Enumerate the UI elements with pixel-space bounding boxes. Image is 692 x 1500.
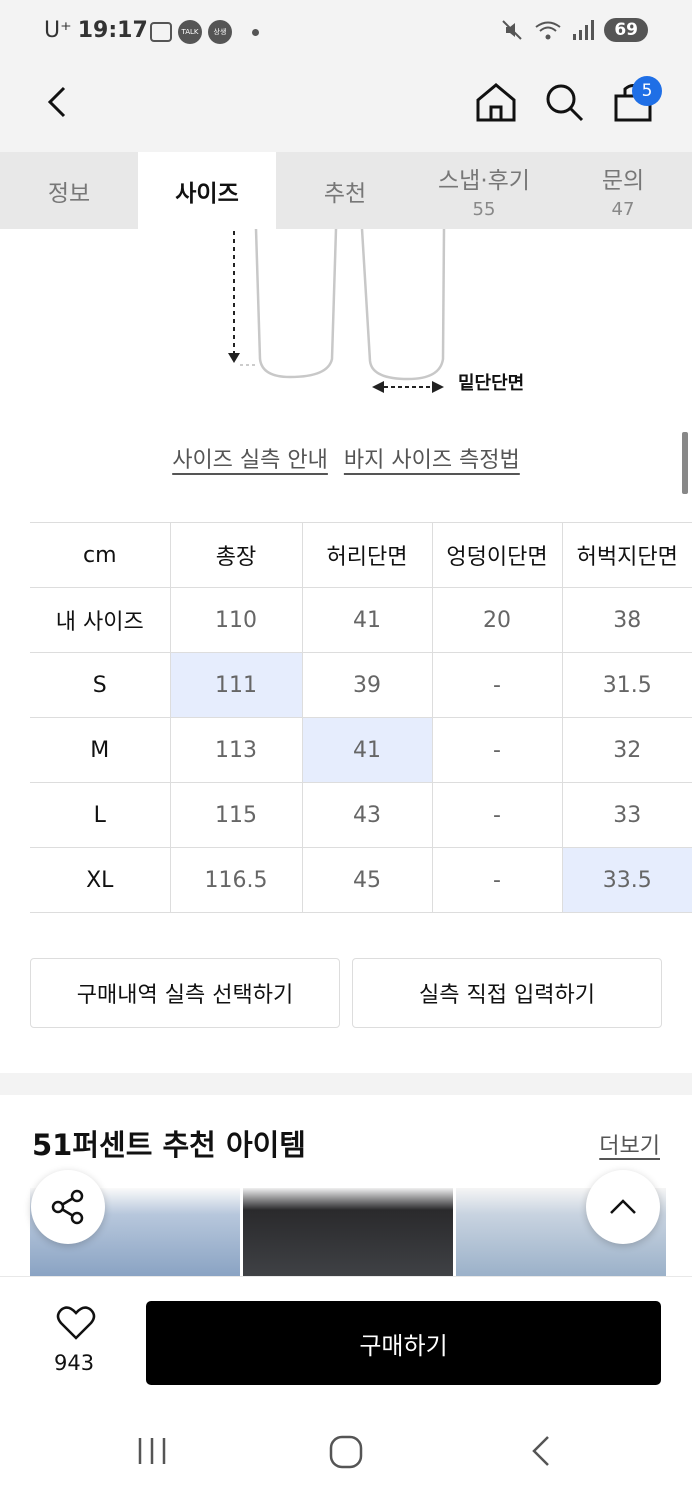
tab-info[interactable]: 정보 [0, 152, 138, 229]
recommend-title: 51퍼센트 추천 아이템 [32, 1128, 306, 1162]
table-header: 허리단면 [302, 522, 433, 588]
tab-inquiry[interactable]: 문의 47 [554, 152, 692, 229]
product-thumbnail[interactable] [243, 1188, 453, 1276]
table-row-m[interactable]: M 113 41 - 32 [30, 717, 692, 783]
carrier-label: U⁺ [44, 18, 72, 43]
system-nav-bar [0, 1400, 692, 1500]
like-count: 943 [54, 1351, 95, 1375]
more-link[interactable]: 더보기 [599, 1128, 660, 1160]
table-header: 총장 [170, 522, 303, 588]
signal-icon [573, 20, 595, 40]
status-time: U⁺ 19:17 [44, 18, 148, 43]
kakaotalk-notification-icon: TALK [178, 20, 202, 44]
table-cell: 116.5 [170, 847, 303, 913]
row-label: S [30, 652, 171, 718]
row-label: XL [30, 847, 171, 913]
search-icon[interactable] [542, 80, 586, 124]
gallery-notification-icon [150, 22, 172, 42]
status-bar: U⁺ 19:17 TALK 상생 69 [0, 0, 692, 66]
tab-inquiry-label: 문의 [601, 168, 645, 194]
table-cell: 43 [302, 782, 433, 848]
cart-count-badge: 5 [632, 76, 662, 106]
section-divider [0, 1073, 692, 1095]
table-cell: - [432, 847, 563, 913]
table-cell: 33 [562, 782, 692, 848]
table-cell: - [432, 717, 563, 783]
app-notification-icon: 상생 [208, 20, 232, 44]
size-guide-links: 사이즈 실측 안내 바지 사이즈 측정법 [0, 442, 692, 474]
tab-recommend-label: 추천 [323, 180, 367, 207]
measurement-buttons: 구매내역 실측 선택하기 실측 직접 입력하기 [30, 958, 662, 1028]
pants-diagram-image [228, 228, 446, 393]
table-cell: 38 [562, 587, 692, 653]
battery-indicator: 69 [604, 18, 648, 42]
table-cell: 32 [562, 717, 692, 783]
tab-size-label: 사이즈 [175, 180, 239, 207]
table-row-my-size: 내 사이즈 110 41 20 38 [30, 587, 692, 653]
buy-button[interactable]: 구매하기 [146, 1301, 661, 1385]
app-header: 5 [0, 66, 692, 152]
tab-snap-review[interactable]: 스냅·후기 55 [414, 152, 554, 229]
mute-icon [502, 20, 523, 40]
table-cell-highlighted: 111 [170, 652, 303, 718]
tab-recommend[interactable]: 추천 [276, 152, 414, 229]
table-cell-highlighted: 41 [302, 717, 433, 783]
table-row-xl[interactable]: XL 116.5 45 - 33.5 [30, 847, 692, 913]
table-header-row: cm 총장 허리단면 엉덩이단면 허벅지단면 [30, 522, 692, 588]
purchase-history-measure-button[interactable]: 구매내역 실측 선택하기 [30, 958, 340, 1028]
row-label: 내 사이즈 [30, 587, 171, 653]
table-header: 엉덩이단면 [432, 522, 563, 588]
table-cell: 110 [170, 587, 303, 653]
bottom-action-bar: 943 구매하기 [0, 1276, 692, 1400]
table-cell: - [432, 782, 563, 848]
table-row-l[interactable]: L 115 43 - 33 [30, 782, 692, 848]
table-cell: 115 [170, 782, 303, 848]
table-cell: 20 [432, 587, 563, 653]
row-label: L [30, 782, 171, 848]
size-guide-link[interactable]: 사이즈 실측 안내 [172, 442, 328, 474]
tab-snap-review-count: 55 [472, 199, 496, 220]
size-table: cm 총장 허리단면 엉덩이단면 허벅지단면 내 사이즈 110 41 20 3… [30, 522, 692, 913]
back-nav-icon[interactable] [526, 1434, 554, 1468]
row-label: M [30, 717, 171, 783]
table-cell-highlighted: 33.5 [562, 847, 692, 913]
tab-snap-review-label: 스냅·후기 [438, 168, 530, 194]
clock: 19:17 [77, 18, 148, 43]
home-icon[interactable] [474, 80, 518, 124]
table-header: 허벅지단면 [562, 522, 692, 588]
back-arrow-icon[interactable] [38, 82, 78, 122]
hem-label: 밑단단면 [458, 373, 525, 394]
table-row-s[interactable]: S 111 39 - 31.5 [30, 652, 692, 718]
home-nav-icon[interactable] [328, 1434, 364, 1470]
share-button[interactable] [31, 1170, 105, 1244]
wifi-icon [535, 21, 561, 40]
table-header: cm [30, 522, 171, 588]
table-cell: 41 [302, 587, 433, 653]
share-icon [51, 1189, 84, 1225]
system-status-icons: 69 [500, 18, 648, 42]
table-cell: - [432, 652, 563, 718]
tab-size[interactable]: 사이즈 [138, 152, 276, 229]
product-tabs: 정보 사이즈 추천 스냅·후기 55 문의 47 [0, 152, 692, 229]
more-notifications-dot [252, 28, 259, 36]
table-cell: 113 [170, 717, 303, 783]
measure-method-link[interactable]: 바지 사이즈 측정법 [344, 442, 520, 474]
chevron-up-icon [610, 1199, 636, 1214]
table-cell: 39 [302, 652, 433, 718]
direct-input-measure-button[interactable]: 실측 직접 입력하기 [352, 958, 662, 1028]
notification-icons: TALK 상생 [150, 20, 259, 44]
tab-info-label: 정보 [47, 180, 91, 207]
table-cell: 45 [302, 847, 433, 913]
scroll-top-button[interactable] [586, 1170, 660, 1244]
recent-apps-icon[interactable] [136, 1436, 170, 1466]
tab-inquiry-count: 47 [611, 199, 635, 220]
size-diagram: 밑단단면 [0, 228, 692, 419]
table-cell: 31.5 [562, 652, 692, 718]
heart-icon[interactable] [56, 1305, 96, 1341]
